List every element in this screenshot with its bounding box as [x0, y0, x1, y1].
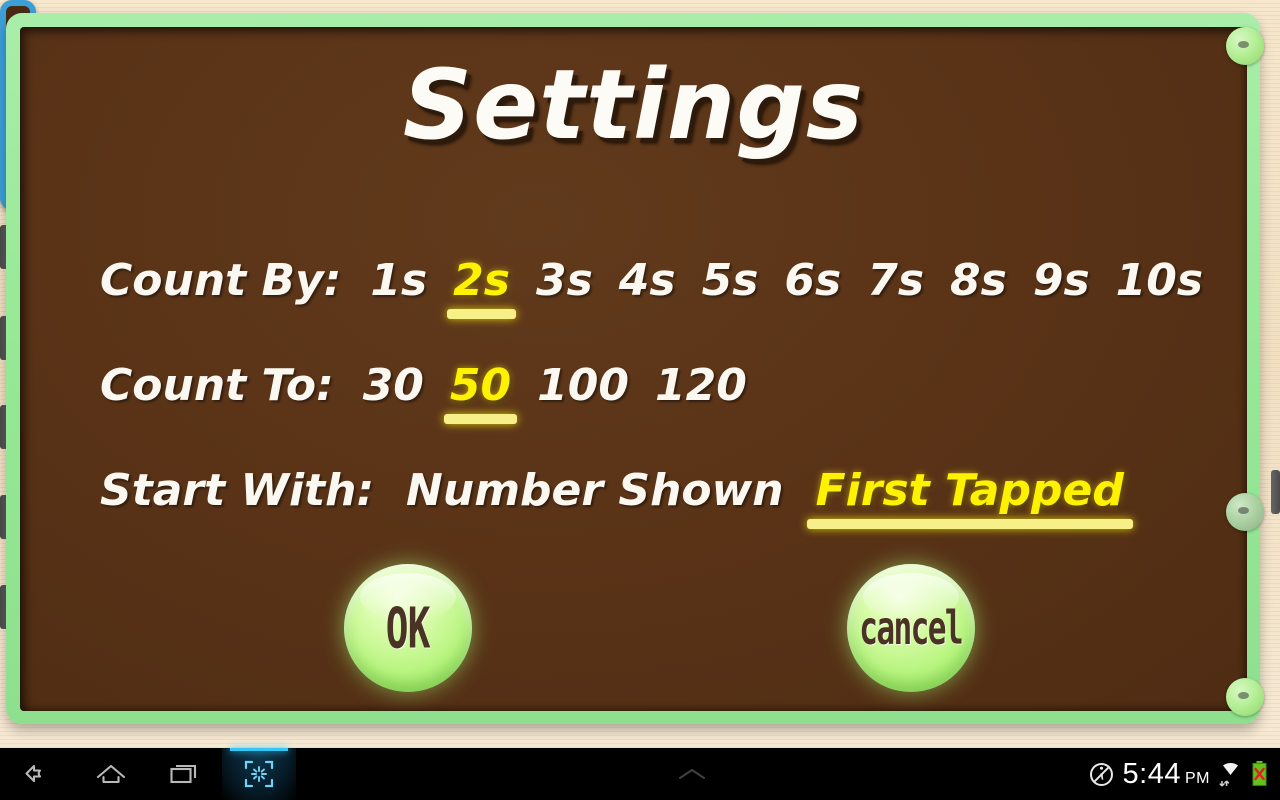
edge-tab-right-1	[1271, 470, 1280, 514]
ok-button-label: OK	[386, 595, 431, 661]
recents-icon	[170, 764, 197, 784]
board-knob-top-right	[1226, 27, 1264, 65]
setting-row-start-with: Start With: Number Shown First Tapped	[100, 459, 1207, 529]
screen: Settings Count By: 1s 2s 3s 4s 5s 6s 7s …	[0, 0, 1280, 800]
option-group-count-by: 1s 2s 3s 4s 5s 6s 7s 8s 9s 10s	[357, 249, 1216, 319]
cancel-button[interactable]: cancel	[847, 564, 975, 692]
setting-label-count-to: Count To:	[100, 360, 334, 411]
mute-icon	[1088, 761, 1115, 788]
dialog-actions: OK cancel	[20, 564, 1247, 711]
option-count-to-30[interactable]: 30	[350, 354, 437, 418]
clock-ampm: PM	[1185, 769, 1210, 787]
option-count-by-3s[interactable]: 3s	[523, 249, 606, 313]
option-count-by-7s[interactable]: 7s	[854, 249, 937, 313]
option-count-by-9s[interactable]: 9s	[1020, 249, 1103, 313]
option-count-by-2s[interactable]: 2s	[440, 249, 523, 319]
screenshot-icon	[244, 760, 274, 788]
settings-rows: Count By: 1s 2s 3s 4s 5s 6s 7s 8s 9s 10s	[100, 249, 1207, 564]
chalkboard-surface: Settings Count By: 1s 2s 3s 4s 5s 6s 7s …	[20, 27, 1247, 711]
option-group-start-with: Number Shown First Tapped	[390, 459, 1140, 529]
back-button[interactable]	[0, 748, 74, 800]
option-count-by-6s[interactable]: 6s	[771, 249, 854, 313]
navbar-spacer	[296, 765, 1088, 783]
board-knob-middle-right	[1226, 493, 1264, 531]
home-button[interactable]	[74, 748, 148, 800]
option-group-count-to: 30 50 100 120	[350, 354, 760, 424]
option-count-to-120[interactable]: 120	[642, 354, 760, 418]
option-count-to-100[interactable]: 100	[524, 354, 642, 418]
status-area[interactable]: 5:44 PM	[1088, 758, 1280, 791]
clock-time: 5:44	[1122, 757, 1181, 790]
home-icon	[96, 764, 126, 784]
page-title: Settings	[402, 49, 865, 161]
option-start-with-number-shown[interactable]: Number Shown	[390, 459, 800, 523]
cancel-button-label: cancel	[859, 601, 964, 655]
ok-button[interactable]: OK	[344, 564, 472, 692]
clock: 5:44 PM	[1123, 758, 1210, 791]
option-count-by-10s[interactable]: 10s	[1103, 249, 1216, 313]
recents-button[interactable]	[148, 748, 222, 800]
wifi-icon	[1218, 760, 1243, 788]
setting-row-count-to: Count To: 30 50 100 120	[100, 354, 1207, 424]
android-navigation-bar: 5:44 PM	[0, 748, 1280, 800]
option-count-by-4s[interactable]: 4s	[606, 249, 689, 313]
back-arrow-icon	[25, 764, 42, 783]
option-count-by-1s[interactable]: 1s	[357, 249, 440, 313]
option-count-by-8s[interactable]: 8s	[937, 249, 1020, 313]
battery-error-icon	[1251, 760, 1268, 788]
chalkboard-panel: Settings Count By: 1s 2s 3s 4s 5s 6s 7s …	[6, 13, 1264, 724]
option-count-by-5s[interactable]: 5s	[689, 249, 772, 313]
setting-row-count-by: Count By: 1s 2s 3s 4s 5s 6s 7s 8s 9s 10s	[100, 249, 1207, 319]
board-knob-bottom-right	[1226, 678, 1264, 716]
setting-label-start-with: Start With:	[100, 465, 375, 516]
chevron-up-icon[interactable]	[672, 765, 712, 783]
option-count-to-50[interactable]: 50	[437, 354, 524, 424]
screenshot-button[interactable]	[222, 748, 296, 800]
setting-label-count-by: Count By:	[100, 255, 342, 306]
option-start-with-first-tapped[interactable]: First Tapped	[800, 459, 1140, 529]
